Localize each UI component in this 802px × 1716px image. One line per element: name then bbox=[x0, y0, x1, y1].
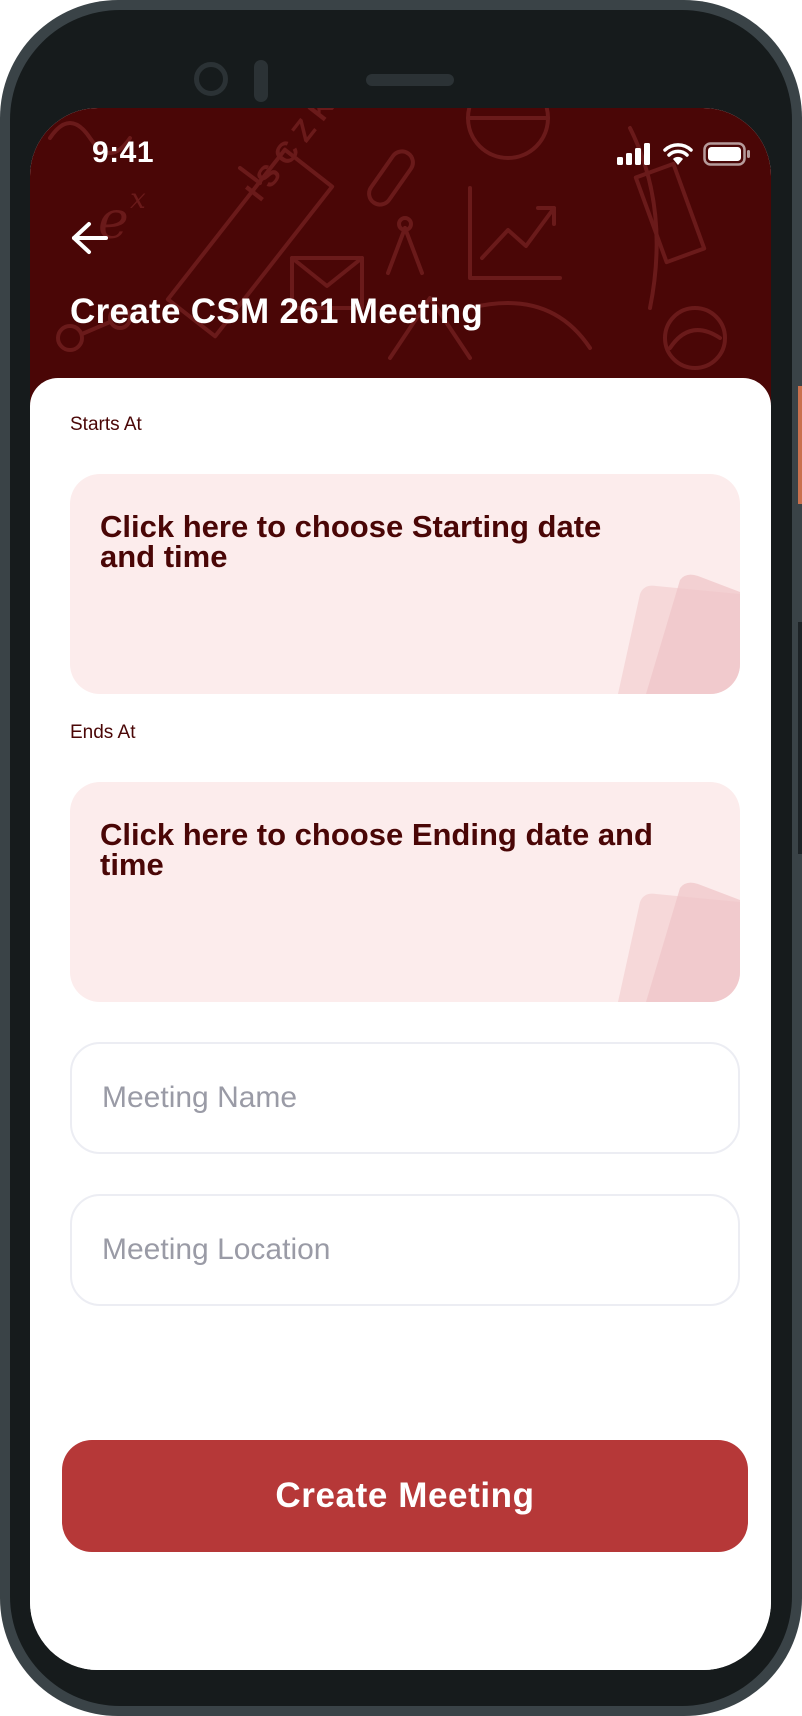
side-accent bbox=[798, 622, 802, 854]
page-header: e x I S C Z K 9:41 Create CSM 261 Meetin… bbox=[30, 108, 771, 408]
end-date-picker-text: Click here to choose Ending date and tim… bbox=[100, 817, 653, 882]
proximity-sensor bbox=[254, 60, 268, 102]
meeting-location-input[interactable] bbox=[70, 1194, 740, 1306]
status-time: 9:41 bbox=[92, 136, 155, 169]
battery-icon bbox=[703, 142, 750, 166]
end-date-picker-card[interactable]: Click here to choose Ending date and tim… bbox=[70, 782, 740, 1002]
create-meeting-button[interactable]: Create Meeting bbox=[62, 1440, 748, 1552]
ends-at-label: Ends At bbox=[70, 722, 136, 743]
app-screen: e x I S C Z K 9:41 Create CSM 261 Meetin… bbox=[30, 108, 771, 1670]
card-decoration bbox=[618, 574, 740, 694]
wifi-icon bbox=[663, 143, 693, 165]
cellular-signal-icon bbox=[617, 143, 650, 165]
arrow-left-icon bbox=[72, 222, 108, 254]
card-decoration bbox=[618, 882, 740, 1002]
front-camera bbox=[194, 62, 228, 96]
back-button[interactable] bbox=[64, 212, 116, 264]
starts-at-label: Starts At bbox=[70, 414, 142, 435]
page-title: Create CSM 261 Meeting bbox=[70, 292, 484, 331]
phone-frame: e x I S C Z K 9:41 Create CSM 261 Meetin… bbox=[0, 0, 802, 1716]
earpiece-speaker bbox=[366, 74, 454, 86]
side-accent bbox=[798, 386, 802, 504]
start-date-picker-text: Click here to choose Starting date and t… bbox=[100, 509, 602, 574]
start-date-picker-card[interactable]: Click here to choose Starting date and t… bbox=[70, 474, 740, 694]
meeting-name-input[interactable] bbox=[70, 1042, 740, 1154]
svg-text:x: x bbox=[130, 182, 146, 215]
status-icons bbox=[617, 140, 751, 168]
status-bar: 9:41 bbox=[30, 136, 771, 176]
